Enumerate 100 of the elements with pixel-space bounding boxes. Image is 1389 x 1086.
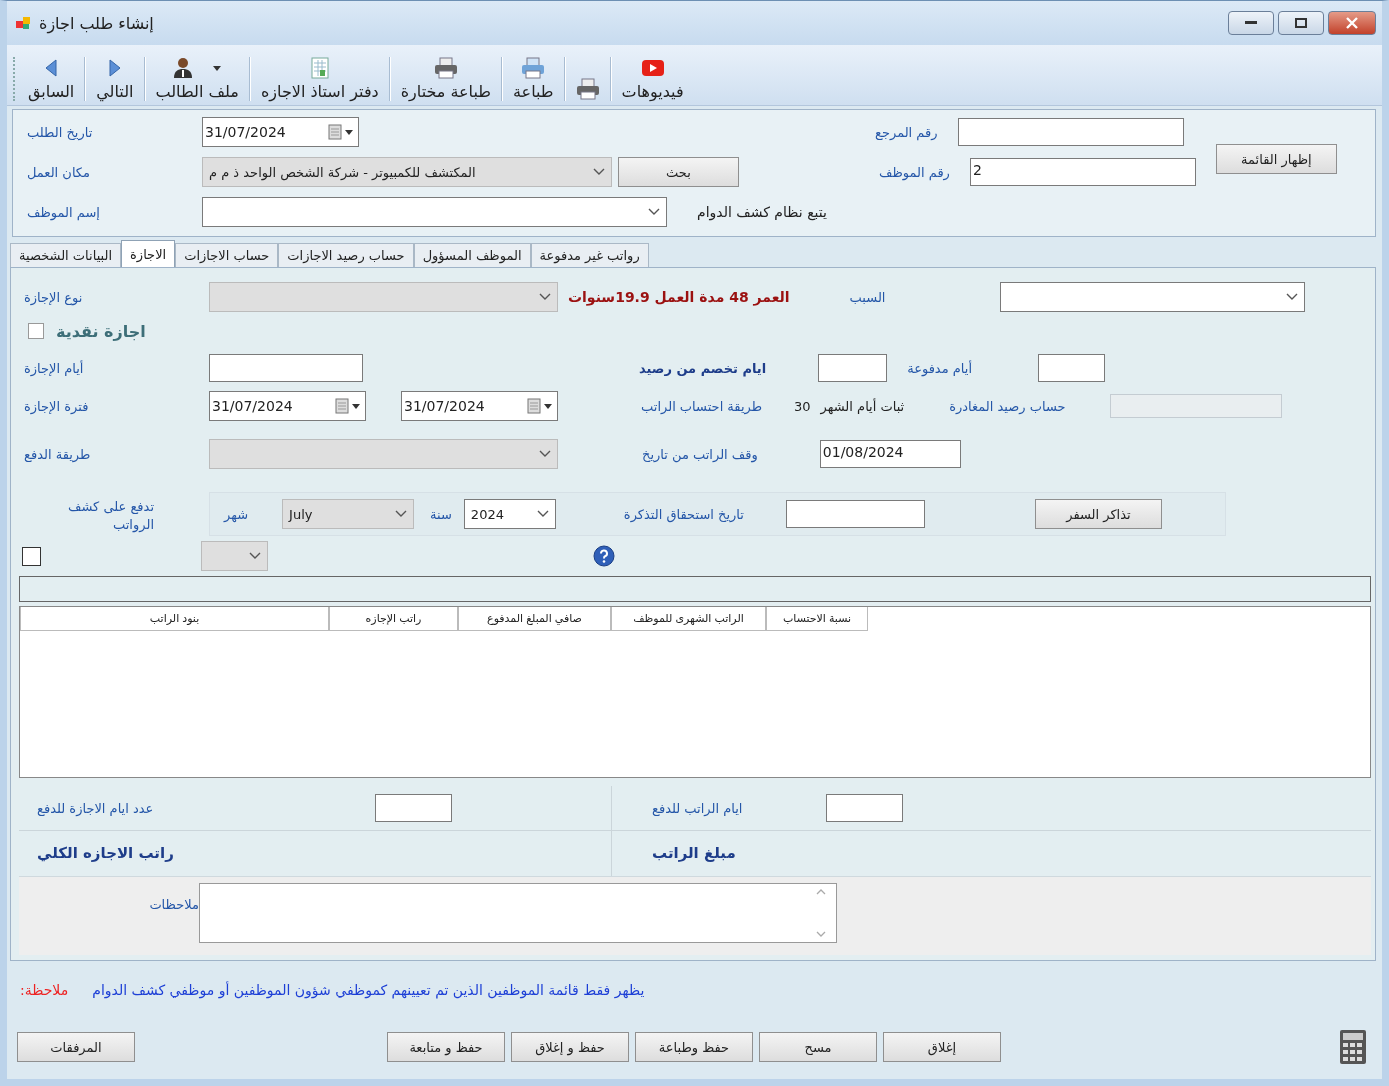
- field-label: طريقة الدفع: [23, 446, 92, 462]
- column-header[interactable]: نسبة الاحتساب: [766, 607, 868, 631]
- date-field[interactable]: 31/07/2024: [202, 117, 359, 147]
- toolbar-button[interactable]: السابق: [18, 56, 85, 101]
- field-label: رقم الموظف: [879, 164, 950, 180]
- search-button[interactable]: بحث: [618, 157, 739, 187]
- field-label: فترة الإجازة: [23, 398, 90, 414]
- toolbar-button[interactable]: ملف الطالب: [145, 56, 249, 101]
- checkbox[interactable]: [22, 546, 41, 566]
- maximize-icon: [1295, 18, 1307, 28]
- action-button[interactable]: حفظ و متابعة: [387, 1032, 505, 1062]
- left-arrow-icon: [44, 59, 59, 77]
- printer-icon: [433, 57, 458, 79]
- total-leave-salary: راتب الاجازه الكلي: [37, 844, 174, 862]
- note-text: يظهر فقط قائمة الموظفين الذين تم تعيينهم كموظفي شؤون الموظفين أو موظفي كشف الدوام: [92, 982, 645, 998]
- column-header[interactable]: بنود الراتب: [20, 607, 329, 631]
- column-header[interactable]: الراتب الشهرى للموظف: [611, 607, 766, 631]
- field-label: مكان العمل: [27, 164, 91, 180]
- field-label: نوع الإجازة: [23, 289, 84, 305]
- input-field[interactable]: [785, 500, 925, 528]
- column-header[interactable]: راتب الإجازه: [329, 607, 458, 631]
- field-label: سنة: [430, 506, 452, 522]
- input-field[interactable]: [957, 118, 1184, 146]
- action-button[interactable]: حفظ و إغلاق: [511, 1032, 629, 1062]
- spreadsheet-icon: [310, 57, 329, 79]
- printer-icon: [575, 78, 600, 100]
- toolbar-button[interactable]: طباعة: [503, 56, 564, 101]
- input-field[interactable]: [375, 794, 453, 822]
- field-label: أيام الإجازة: [23, 360, 85, 376]
- notes-field[interactable]: [199, 883, 837, 943]
- dropdown-field[interactable]: [202, 197, 667, 227]
- chevron-icon: [249, 552, 261, 560]
- dropdown-field[interactable]: [1000, 282, 1306, 312]
- chevron-icon: [539, 450, 551, 458]
- toolbar-button[interactable]: دفتر استاذ الاجازه: [250, 56, 389, 101]
- chevron-icon: [648, 208, 660, 216]
- close-button[interactable]: [1328, 11, 1376, 35]
- tab[interactable]: رواتب غير مدفوعة: [530, 243, 649, 267]
- note-label: ملاحظة:: [20, 982, 69, 998]
- dropdown-field[interactable]: [201, 541, 268, 571]
- field-label: تاريخ استحقاق التذكرة: [623, 506, 744, 522]
- date-field[interactable]: 31/07/2024: [401, 391, 558, 421]
- calendar-icon: [328, 124, 354, 140]
- action-button[interactable]: حفظ وطباعة: [635, 1032, 753, 1062]
- field-label: وقف الراتب من تاريخ: [642, 446, 758, 462]
- toolbar-button[interactable]: طباعة مختارة: [390, 56, 501, 101]
- action-button[interactable]: مسح: [759, 1032, 877, 1062]
- input-field[interactable]: [209, 354, 363, 382]
- window-title: إنشاء طلب اجازة: [39, 13, 154, 33]
- chevron-icon: [593, 168, 605, 176]
- field-label: ايام تخصم من رصيد: [639, 360, 767, 376]
- input-field[interactable]: [1038, 354, 1106, 382]
- show-list-button[interactable]: إظهار القائمة: [1215, 144, 1337, 174]
- person-icon: [173, 57, 194, 79]
- calendar-icon: [527, 398, 553, 414]
- right-arrow-icon: [107, 59, 122, 77]
- chevron-icon: [539, 293, 551, 301]
- field-label: تاريخ الطلب: [27, 124, 94, 140]
- checkbox-label: اجازة نقدية: [56, 321, 146, 341]
- age-info: العمر 48 مدة العمل 19.9سنوات: [568, 289, 790, 305]
- field-label: إسم الموظف: [27, 204, 101, 220]
- input-field[interactable]: [818, 354, 888, 382]
- tab[interactable]: البيانات الشخصية: [10, 243, 122, 267]
- salary-amount: مبلغ الراتب: [652, 844, 736, 862]
- toolbar-button[interactable]: فيديوهات: [611, 56, 694, 101]
- dropdown-field[interactable]: 2024: [463, 499, 556, 529]
- calculator-icon[interactable]: [1339, 1029, 1367, 1065]
- printer-icon: [521, 57, 546, 79]
- calendar-icon: [335, 398, 361, 414]
- field-label: السبب: [849, 289, 886, 305]
- toolbar-button[interactable]: التالي: [86, 56, 144, 101]
- travel-tickets-button[interactable]: تذاكر السفر: [1034, 499, 1162, 529]
- checkbox[interactable]: [28, 323, 44, 339]
- attachments-button[interactable]: المرفقات: [17, 1032, 135, 1062]
- field-label: عدد ايام الاجازة للدفع: [37, 800, 154, 816]
- tab[interactable]: الموظف المسؤول: [413, 243, 531, 267]
- input-field[interactable]: [826, 794, 904, 822]
- chevron-icon: [395, 510, 408, 518]
- dropdown-field[interactable]: July: [282, 499, 415, 529]
- column-header[interactable]: صافي المبلغ المدفوع: [458, 607, 611, 631]
- minimize-button[interactable]: [1228, 11, 1274, 35]
- field-label: شهر: [224, 506, 249, 522]
- salary-method: ثبات أيام الشهر: [820, 398, 905, 414]
- input-field[interactable]: 01/08/2024: [819, 440, 961, 468]
- tab[interactable]: حساب الاجازات: [175, 243, 279, 267]
- field-label: طريقة احتساب الراتب: [641, 398, 763, 414]
- dropdown-field[interactable]: المكتشف للكمبيوتر - شركة الشخص الواحد ذ م م: [202, 157, 612, 187]
- action-button[interactable]: إغلاق: [883, 1032, 1001, 1062]
- play-icon: [641, 60, 664, 76]
- minimize-icon: [1245, 21, 1257, 25]
- tab[interactable]: حساب رصيد الاجازات: [278, 243, 414, 267]
- chevron-icon: [1286, 293, 1299, 301]
- tab[interactable]: الاجازة: [121, 240, 176, 267]
- field-label: ايام الراتب للدفع: [652, 800, 743, 816]
- input-field[interactable]: 2: [969, 158, 1196, 186]
- maximize-button[interactable]: [1278, 11, 1324, 35]
- close-icon: [1346, 17, 1358, 29]
- caret-icon: [213, 65, 222, 71]
- help-icon[interactable]: [593, 545, 615, 567]
- date-field[interactable]: 31/07/2024: [209, 391, 366, 421]
